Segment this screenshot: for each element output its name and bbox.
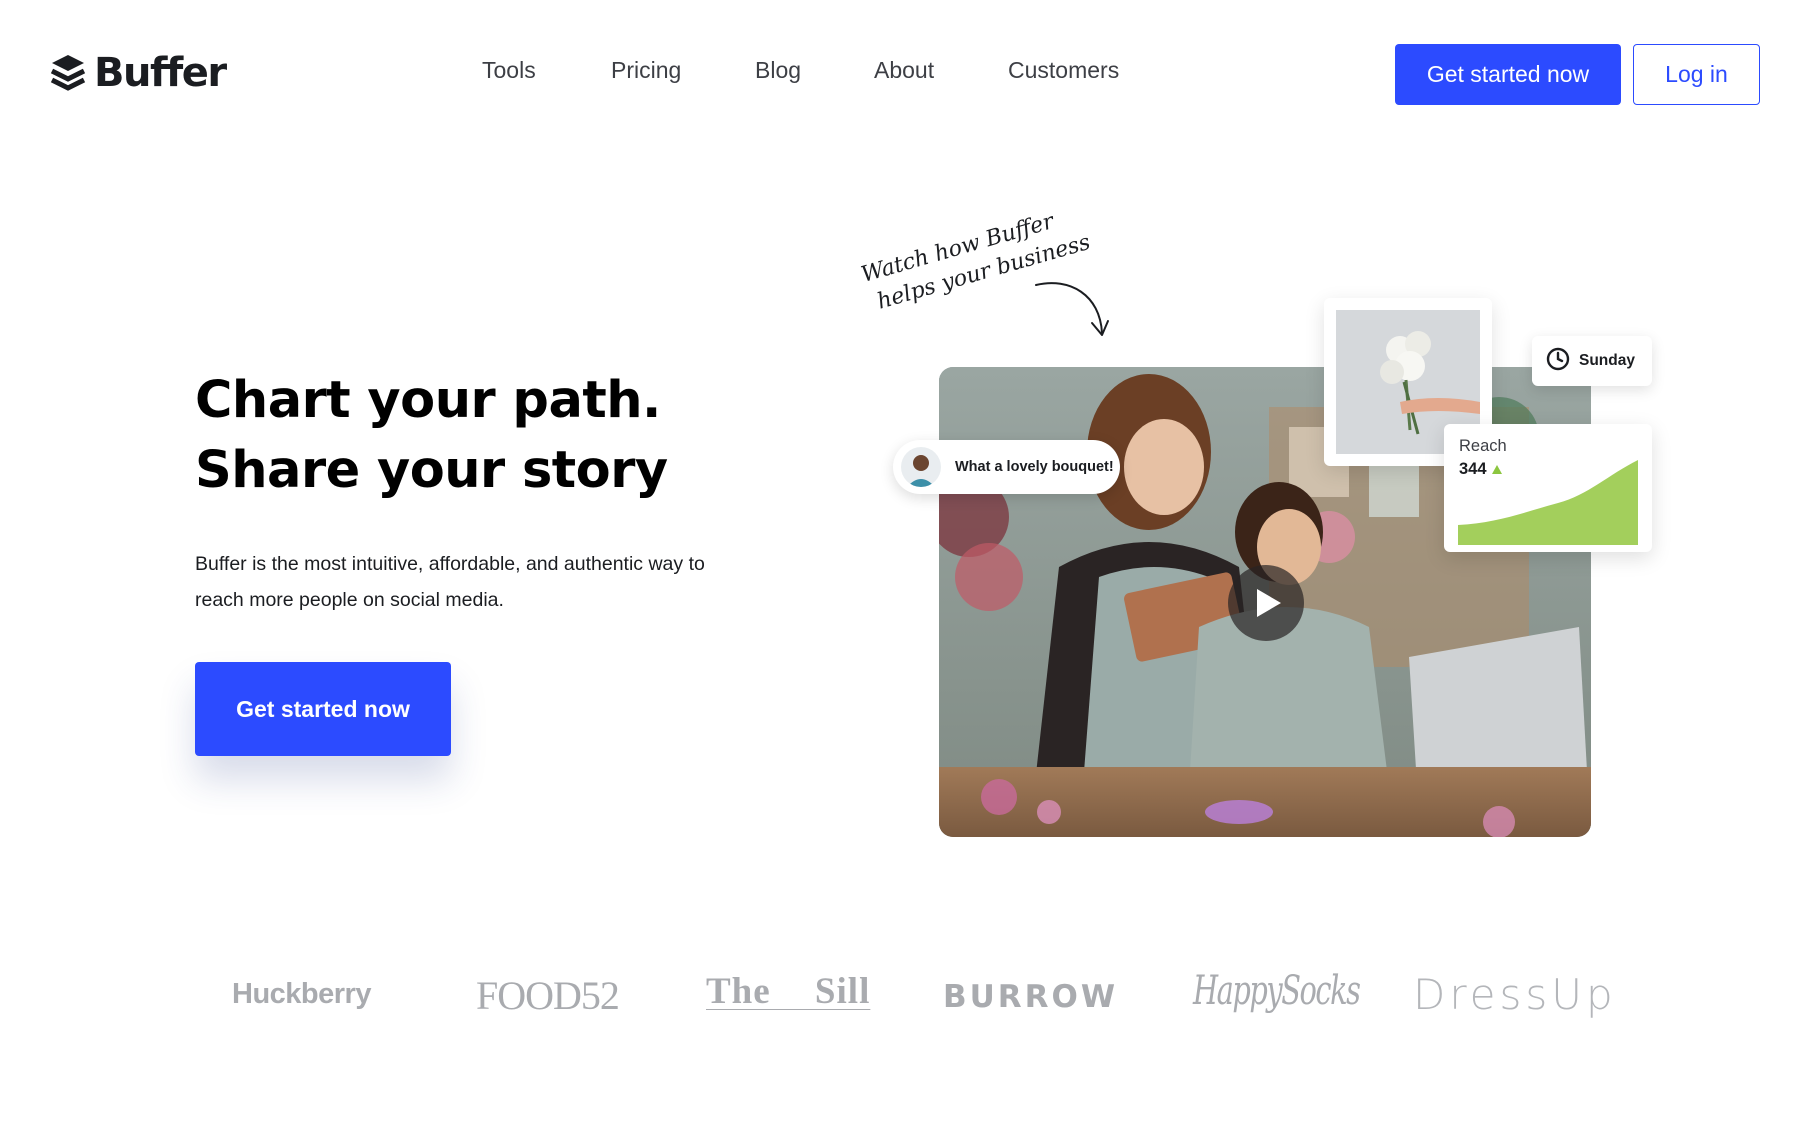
brand-logo-huckberry: Huckberry: [232, 978, 371, 1010]
nav-about[interactable]: About: [874, 57, 934, 84]
nav-tools[interactable]: Tools: [482, 57, 536, 84]
curved-arrow-icon: [1030, 275, 1110, 350]
nav-pricing[interactable]: Pricing: [611, 57, 681, 84]
brand-logo-dressup: DressUp: [1413, 970, 1617, 1019]
header-get-started-button[interactable]: Get started now: [1395, 44, 1621, 105]
hero-subtitle: Buffer is the most intuitive, affordable…: [195, 553, 705, 611]
schedule-badge: Sunday: [1532, 336, 1652, 386]
buffer-logo[interactable]: Buffer: [50, 50, 227, 96]
hero-get-started-button[interactable]: Get started now: [195, 662, 451, 756]
hero-title-line1: Chart your path.: [195, 371, 661, 430]
play-button[interactable]: [1228, 565, 1304, 641]
hero-title: Chart your path. Share your story: [195, 366, 668, 506]
clock-icon: [1546, 347, 1570, 376]
brand-logo-happysocks: HappySocks: [1193, 968, 1361, 1014]
hero-title-line2: Share your story: [195, 441, 668, 500]
logo-text: Buffer: [94, 50, 227, 96]
comment-bubble: What a lovely bouquet!: [893, 440, 1120, 494]
schedule-day: Sunday: [1579, 352, 1635, 369]
nav-customers[interactable]: Customers: [1008, 57, 1119, 84]
brand-logo-food52: FOOD52: [476, 973, 620, 1018]
reach-card: Reach 344: [1444, 424, 1652, 552]
login-button[interactable]: Log in: [1633, 44, 1760, 105]
nav-blog[interactable]: Blog: [755, 57, 801, 84]
brand-logo-burrow: BURROW: [943, 979, 1119, 1015]
buffer-stack-icon: [50, 53, 86, 93]
brand-logo-the-sill: The Sill: [706, 971, 871, 1012]
avatar: [901, 447, 941, 487]
comment-text: What a lovely bouquet!: [955, 459, 1114, 475]
play-icon: [1257, 589, 1281, 617]
reach-area-chart: [1458, 460, 1638, 545]
